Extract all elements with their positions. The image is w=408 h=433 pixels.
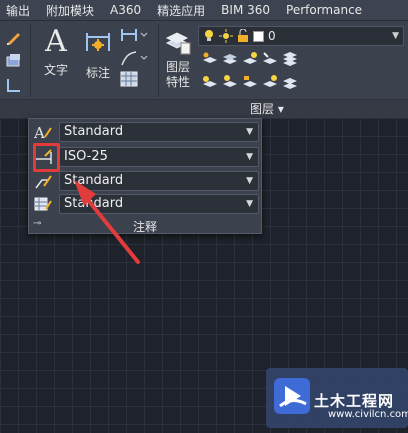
highlight-box (33, 143, 60, 172)
multileader-style-row: Standard ▼ (29, 170, 263, 192)
stretch-tool-icon[interactable] (2, 75, 26, 95)
lightbulb-icon (205, 30, 213, 41)
layers-group-label[interactable]: 图层 ▾ (250, 100, 284, 117)
multileader-style-value: Standard (64, 173, 124, 188)
layer-color-swatch (253, 30, 264, 42)
layer-unisolate-icon[interactable] (262, 74, 278, 90)
dimension-style-select[interactable]: ISO-25 ▼ (59, 147, 259, 167)
layer-isolate-icon[interactable] (242, 51, 258, 67)
multileader-style-select[interactable]: Standard ▼ (59, 171, 259, 191)
annotation-small-tools (120, 27, 156, 91)
layer-tools-row-1 (202, 51, 298, 67)
dimension-style-value: ISO-25 (64, 149, 108, 164)
tab-bim360[interactable]: BIM 360 (213, 3, 278, 17)
layer-tools-row-2 (202, 74, 298, 90)
make-current-layer-icon[interactable] (222, 51, 238, 67)
watermark-logo (274, 378, 310, 414)
dimension-style-row: ISO-25 ▼ (29, 146, 263, 168)
leader-icon[interactable] (120, 49, 156, 71)
table-icon[interactable] (120, 71, 156, 91)
layer-state-icon[interactable] (202, 51, 218, 67)
ribbon-panel: A 文字 标注 图层 特性 0 ▼ 图层 ▾ (0, 21, 408, 118)
linear-dimension-icon[interactable] (120, 27, 156, 47)
annotation-panel-footer: ⊸ 注释 (29, 217, 261, 234)
tab-output[interactable]: 输出 (0, 2, 38, 19)
ribbon-group-label-strip (0, 99, 408, 118)
text-style-select[interactable]: Standard ▼ (59, 122, 259, 142)
layer-combo[interactable]: 0 ▼ (198, 26, 404, 46)
watermark-name: 土木工程网 (314, 392, 395, 410)
text-button-label: 文字 (43, 63, 68, 77)
edit-pencil-icon[interactable] (2, 27, 26, 47)
dimension-button[interactable]: 标注 (80, 27, 116, 81)
layer-properties-label-1: 图层 (165, 60, 190, 74)
ribbon-tab-bar: 输出 附加模块 A360 精选应用 BIM 360 Performance (0, 0, 408, 21)
tab-addins[interactable]: 附加模块 (38, 2, 102, 19)
unlock-icon (238, 29, 248, 42)
table-style-icon (33, 195, 53, 213)
multileader-style-icon (33, 172, 53, 190)
table-style-value: Standard (64, 196, 124, 211)
chevron-down-icon: ▼ (246, 152, 253, 162)
copy-tool-icon[interactable] (2, 51, 26, 71)
chevron-down-icon: ▼ (392, 31, 399, 41)
table-style-select[interactable]: Standard ▼ (59, 194, 259, 214)
tab-featured-apps[interactable]: 精选应用 (149, 2, 213, 19)
text-style-row: A Standard ▼ (29, 121, 263, 143)
layer-lock-icon[interactable] (242, 74, 258, 90)
table-style-row: Standard ▼ (29, 193, 263, 215)
layer-properties-button[interactable]: 图层 特性 (160, 27, 196, 90)
watermark-url: www.civilcn.com (328, 409, 408, 420)
text-style-value: Standard (64, 124, 124, 139)
dimension-button-label: 标注 (85, 66, 110, 80)
tab-performance[interactable]: Performance (278, 3, 370, 17)
text-button[interactable]: A 文字 (38, 27, 74, 78)
text-A-icon: A (45, 24, 67, 59)
left-tool-column (2, 27, 26, 99)
watermark: 土木工程网 www.civilcn.com (266, 368, 408, 428)
layer-properties-label-2: 特性 (165, 75, 190, 89)
text-style-icon: A (33, 123, 53, 141)
layer-stack-icon[interactable] (282, 51, 298, 67)
chevron-down-icon: ▼ (246, 176, 253, 186)
tab-a360[interactable]: A360 (102, 3, 149, 17)
svg-text:A: A (33, 124, 45, 141)
layer-freeze-icon[interactable] (222, 74, 238, 90)
sun-icon (219, 29, 233, 43)
annotation-panel-dropdown: A Standard ▼ ISO-25 ▼ Standard ▼ Standar… (28, 118, 262, 234)
chevron-down-icon: ▼ (246, 127, 253, 137)
layer-name-value: 0 (268, 29, 276, 43)
layer-off-icon[interactable] (202, 74, 218, 90)
chevron-down-icon: ▼ (246, 199, 253, 209)
layer-merge-icon[interactable] (282, 74, 298, 90)
layer-match-icon[interactable] (262, 51, 278, 67)
layer-properties-icon (165, 32, 191, 55)
dimension-icon (86, 33, 110, 51)
annotation-panel-label: 注释 (132, 220, 157, 234)
